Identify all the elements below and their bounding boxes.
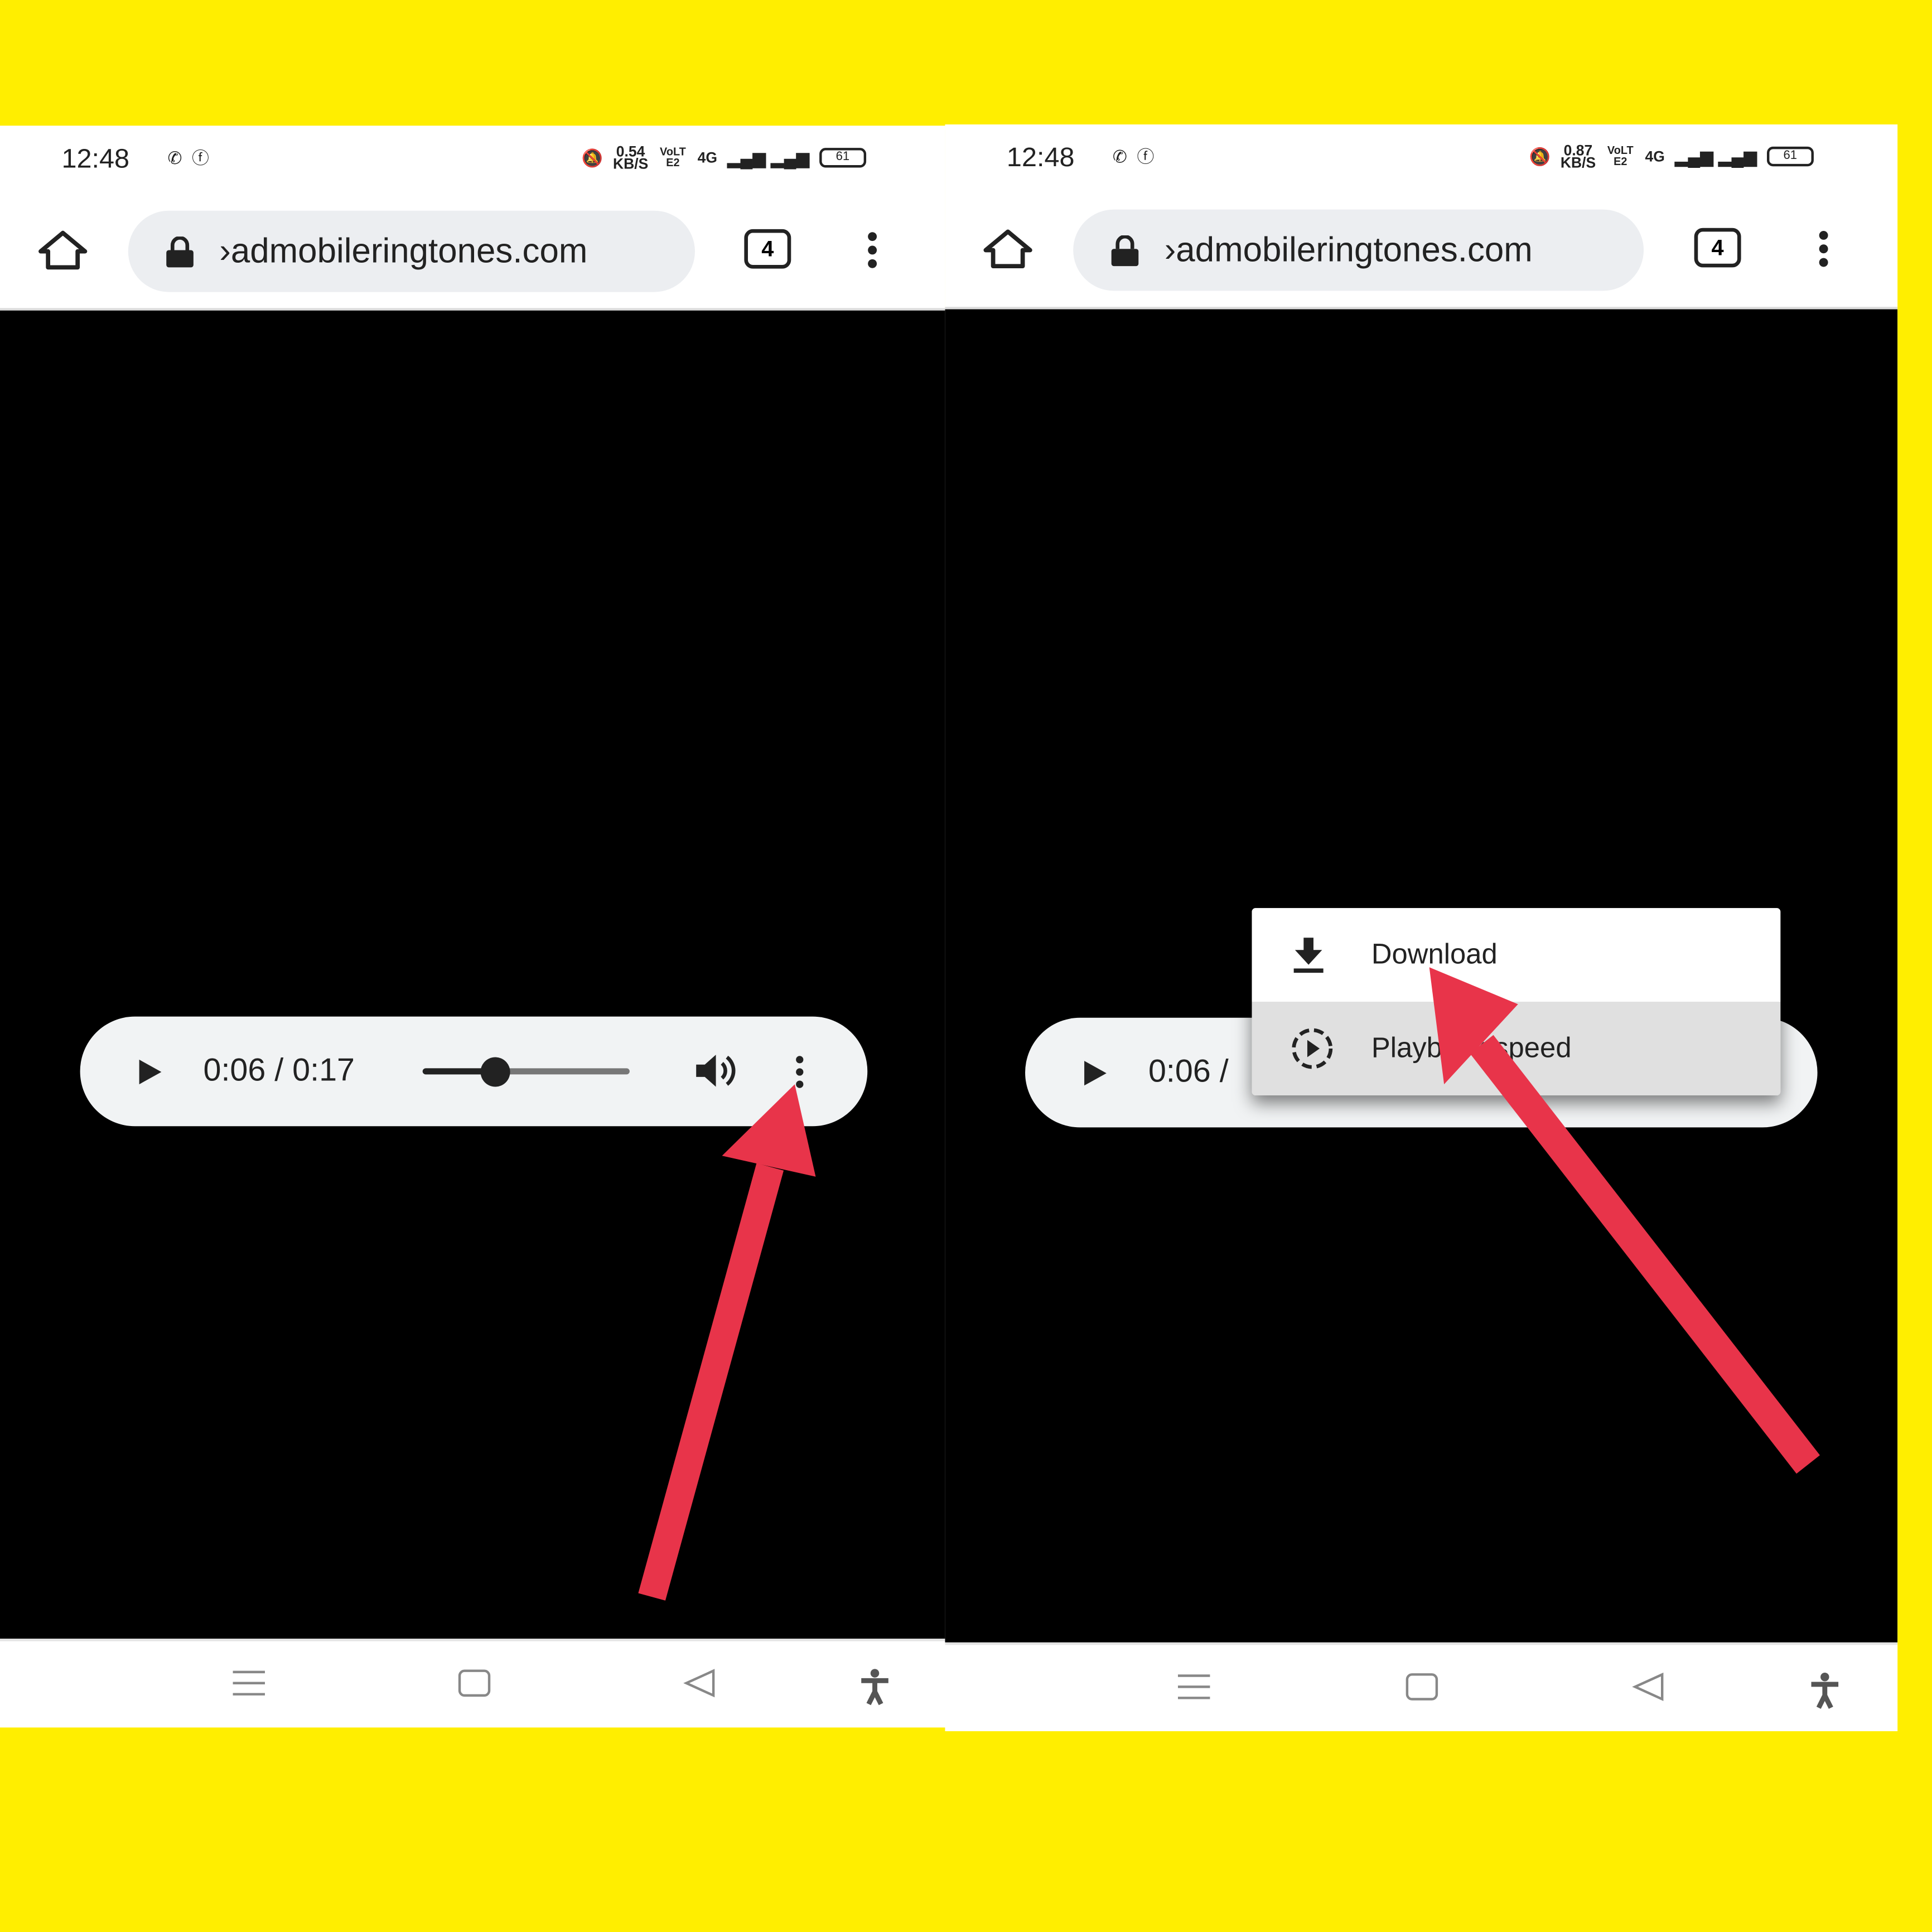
player-options-menu: Download Playback speed [1252,908,1781,1095]
signal-icon: ▂▄▆ ▂▄▆ [1674,146,1757,166]
playback-time: 0:06 / 0:17 [203,1051,355,1088]
browser-toolbar: ›admobileringtones.com 4 [0,207,945,293]
audio-player: 0:06 / 0:17 [80,1016,868,1127]
lock-icon [1111,235,1139,267]
left-phone-screen: 12:48 ✆ ⓕ 🔕 0.54 KB/S VoLTE2 4G ▂▄▆ ▂▄▆ 61… [0,125,945,1728]
network-type: 4G [697,149,718,167]
home-icon[interactable] [37,229,89,271]
playback-speed-icon [1292,1028,1333,1069]
facebook-icon: ⓕ [1137,146,1155,167]
home-nav-icon[interactable] [1404,1672,1439,1702]
battery-icon: 61 [1766,146,1814,167]
home-icon[interactable] [982,228,1034,270]
volte-icon: VoLTE2 [660,145,686,169]
status-time: 12:48 [1006,142,1075,173]
seek-slider[interactable] [422,1057,630,1087]
mute-bell-icon: 🔕 [581,147,603,167]
seek-thumb[interactable] [481,1057,511,1087]
tab-switcher-button[interactable]: 4 [744,229,791,269]
page-content: 0:06 / 0:17 [0,310,945,1639]
recent-apps-icon[interactable] [231,1668,266,1698]
status-bar: 12:48 ✆ ⓕ 🔕 0.87 KB/S VoLTE2 4G ▂▄▆ ▂▄▆ 61 [945,124,1897,199]
browser-menu-icon[interactable] [1814,230,1833,267]
facebook-icon: ⓕ [192,148,209,168]
volume-icon[interactable] [694,1051,738,1090]
lock-icon [166,236,194,268]
address-bar[interactable]: ›admobileringtones.com [1073,209,1644,291]
system-nav-bar [945,1642,1898,1731]
address-bar[interactable]: ›admobileringtones.com [128,210,695,292]
call-icon: ✆ [167,147,182,167]
right-phone-screen: 12:48 ✆ ⓕ 🔕 0.87 KB/S VoLTE2 4G ▂▄▆ ▂▄▆ 61… [945,124,1898,1731]
battery-icon: 61 [819,148,866,168]
system-nav-bar [0,1639,945,1728]
url-text: ›admobileringtones.com [1164,230,1533,269]
download-icon [1293,938,1324,973]
menu-item-playback-speed[interactable]: Playback speed [1252,1002,1781,1095]
menu-item-download[interactable]: Download [1252,908,1781,1002]
status-bar: 12:48 ✆ ⓕ 🔕 0.54 KB/S VoLTE2 4G ▂▄▆ ▂▄▆ 61 [0,125,945,200]
recent-apps-icon[interactable] [1177,1672,1211,1702]
signal-icon: ▂▄▆ ▂▄▆ [727,147,810,167]
call-icon: ✆ [1112,146,1127,166]
accessibility-icon[interactable] [1808,1672,1842,1709]
browser-toolbar: ›admobileringtones.com 4 [945,206,1897,292]
accessibility-icon[interactable] [858,1668,892,1706]
page-content: 0:06 / Download Playback speed [945,309,1898,1643]
network-type: 4G [1645,148,1665,166]
volte-icon: VoLTE2 [1607,144,1634,168]
url-text: ›admobileringtones.com [219,231,588,270]
back-icon[interactable] [683,1668,717,1698]
play-icon[interactable] [137,1057,164,1086]
tab-switcher-button[interactable]: 4 [1694,228,1741,268]
back-icon[interactable] [1631,1672,1666,1702]
mute-bell-icon: 🔕 [1529,146,1551,166]
status-time: 12:48 [61,143,130,174]
play-icon[interactable] [1082,1059,1109,1088]
playback-time: 0:06 / [1148,1052,1229,1089]
home-nav-icon[interactable] [457,1668,492,1698]
player-options-icon[interactable] [793,1055,808,1089]
browser-menu-icon[interactable] [862,231,882,268]
